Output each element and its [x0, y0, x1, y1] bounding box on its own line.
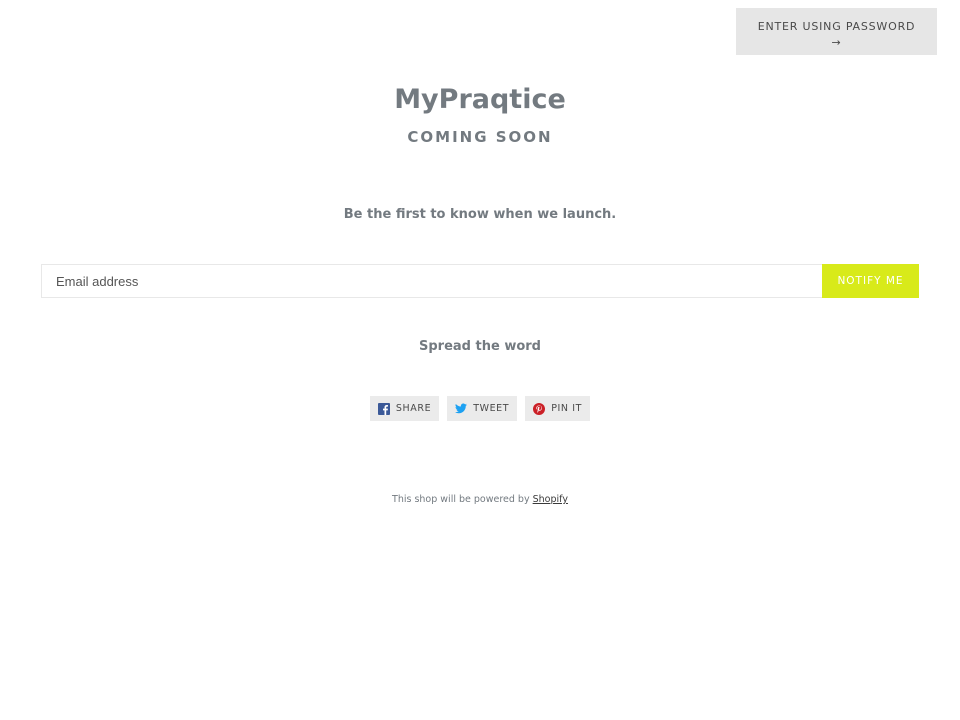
- email-input[interactable]: [41, 264, 822, 298]
- twitter-share-label: Tweet: [473, 403, 510, 414]
- enter-password-label: Enter using password: [757, 20, 916, 33]
- pinterest-share-label: Pin it: [551, 403, 583, 414]
- social-share-buttons: Share Tweet Pin it: [0, 396, 960, 421]
- facebook-share-label: Share: [395, 403, 432, 414]
- shopify-link[interactable]: Shopify: [533, 494, 568, 505]
- pinterest-icon: [533, 402, 546, 415]
- page: Enter using password → MyPraqtice Coming…: [0, 0, 960, 720]
- spread-the-word-heading: Spread the word: [419, 339, 541, 354]
- email-signup-form: Notify me: [41, 264, 919, 298]
- arrow-right-icon: →: [831, 36, 842, 49]
- notify-me-button[interactable]: Notify me: [822, 264, 919, 298]
- powered-by-footer: This shop will be powered by Shopify: [0, 493, 960, 507]
- pinterest-share-button[interactable]: Pin it: [525, 396, 591, 421]
- shop-title: MyPraqtice: [394, 84, 566, 115]
- twitter-icon: [455, 403, 468, 415]
- enter-password-button[interactable]: Enter using password →: [736, 8, 937, 55]
- twitter-share-button[interactable]: Tweet: [447, 396, 518, 421]
- powered-by-text: This shop will be powered by: [392, 494, 530, 505]
- launch-tagline: Be the first to know when we launch.: [343, 207, 617, 222]
- facebook-share-button[interactable]: Share: [369, 396, 440, 421]
- facebook-icon: [377, 402, 390, 415]
- coming-soon-heading: Coming Soon: [407, 128, 553, 146]
